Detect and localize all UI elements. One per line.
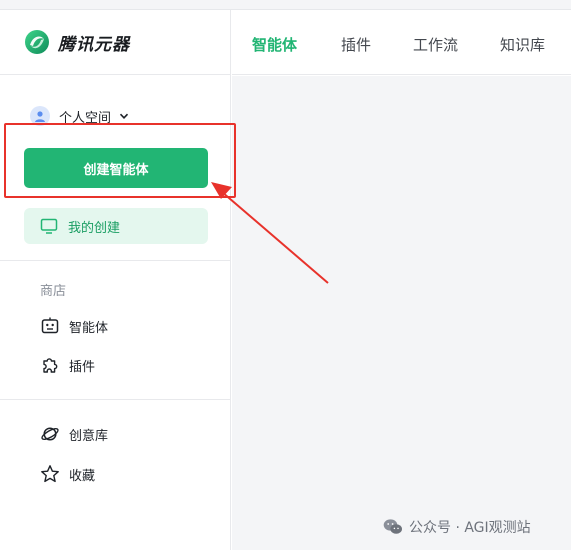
sidebar-item-label: 插件 [69, 359, 96, 375]
top-border [0, 0, 571, 10]
my-creations-item[interactable]: 我的创建 [24, 208, 208, 244]
tab-knowledge-base[interactable]: 知识库 [500, 34, 545, 55]
wechat-icon [383, 519, 402, 534]
monitor-icon [40, 218, 58, 234]
sidebar-item-agents[interactable]: 智能体 [40, 315, 108, 337]
avatar [30, 106, 50, 126]
app-logo-icon [25, 30, 49, 54]
puzzle-icon [43, 358, 58, 373]
planet-icon [41, 427, 59, 441]
sidebar-item-ideas[interactable]: 创意库 [40, 423, 108, 445]
robot-icon [41, 317, 59, 334]
sidebar-item-favorites[interactable]: 收藏 [40, 463, 95, 485]
sidebar: 腾讯元器 个人空间 创建智能体 我的创建 商店 智能体 插件 创意库 收藏 [0, 10, 231, 550]
user-icon [35, 111, 45, 122]
sidebar-item-plugins[interactable]: 插件 [40, 354, 95, 376]
tab-workflows[interactable]: 工作流 [413, 34, 458, 55]
tab-agents[interactable]: 智能体 [252, 34, 297, 55]
star-icon [41, 465, 59, 483]
sidebar-item-label: 智能体 [69, 320, 109, 336]
create-agent-button[interactable]: 创建智能体 [24, 148, 208, 188]
workspace-label: 个人空间 [59, 110, 112, 126]
workspace-selector[interactable]: 个人空间 [30, 105, 129, 127]
sidebar-item-label: 创意库 [69, 428, 109, 444]
store-section-title: 商店 [40, 284, 67, 299]
main-content [232, 76, 571, 550]
sidebar-divider [0, 399, 231, 400]
watermark-text: 公众号 · AGI观测站 [409, 520, 531, 536]
watermark: 公众号 · AGI观测站 [383, 517, 531, 537]
app-name: 腾讯元器 [58, 34, 130, 55]
my-creations-label: 我的创建 [68, 220, 121, 236]
chevron-down-icon [119, 113, 129, 119]
tab-plugins[interactable]: 插件 [341, 34, 371, 55]
sidebar-item-label: 收藏 [69, 468, 96, 484]
logo-area[interactable]: 腾讯元器 [0, 10, 231, 75]
top-nav-tabs: 智能体 插件 工作流 知识库 [232, 10, 571, 75]
sidebar-divider [0, 260, 231, 261]
